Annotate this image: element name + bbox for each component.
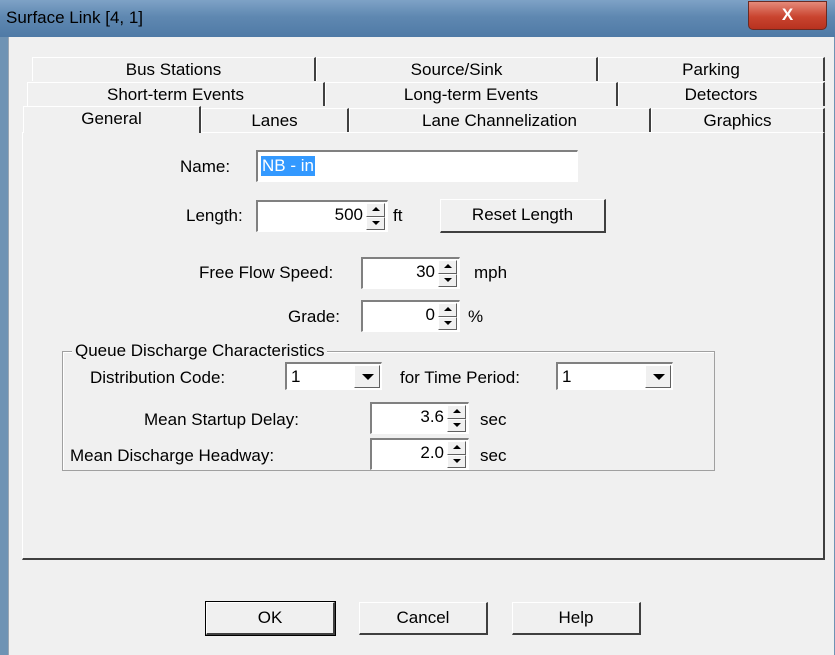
ok-button[interactable]: OK xyxy=(205,601,336,636)
spin-down-icon[interactable] xyxy=(438,273,457,287)
mean-startup-delay-stepper[interactable]: 3.6 xyxy=(370,402,469,434)
tab-general[interactable]: General xyxy=(23,106,201,133)
free-flow-speed-label: Free Flow Speed: xyxy=(199,263,334,282)
free-flow-speed-stepper[interactable]: 30 xyxy=(361,257,460,289)
startup-spin-control[interactable] xyxy=(447,405,466,432)
tab-source-sink[interactable]: Source/Sink xyxy=(316,57,598,81)
mean-startup-delay-label: Mean Startup Delay: xyxy=(144,410,299,429)
mean-discharge-headway-value: 2.0 xyxy=(420,443,444,462)
tab-long-term-events[interactable]: Long-term Events xyxy=(325,82,618,106)
distribution-code-value: 1 xyxy=(291,367,301,386)
spin-down-icon[interactable] xyxy=(438,316,457,330)
cancel-button[interactable]: Cancel xyxy=(359,602,488,635)
mean-startup-delay-value: 3.6 xyxy=(420,407,444,426)
grade-stepper[interactable]: 0 xyxy=(361,300,460,332)
length-label: Length: xyxy=(186,206,243,225)
mean-startup-delay-unit: sec xyxy=(480,410,507,429)
spin-up-icon[interactable] xyxy=(447,405,466,419)
help-button[interactable]: Help xyxy=(512,602,641,635)
tab-lanes[interactable]: Lanes xyxy=(201,108,349,132)
title-bar[interactable]: Surface Link [4, 1] X xyxy=(0,0,835,37)
reset-length-button[interactable]: Reset Length xyxy=(440,199,606,233)
mean-discharge-headway-unit: sec xyxy=(480,446,507,465)
spin-down-icon[interactable] xyxy=(366,216,385,230)
distribution-code-select[interactable]: 1 xyxy=(285,362,382,390)
queue-discharge-group-title: Queue Discharge Characteristics xyxy=(72,341,328,361)
tab-bus-stations[interactable]: Bus Stations xyxy=(32,57,316,81)
tab-detectors[interactable]: Detectors xyxy=(618,82,825,106)
time-period-value: 1 xyxy=(562,367,572,386)
tab-lane-channelization[interactable]: Lane Channelization xyxy=(349,108,651,132)
tab-short-term-events[interactable]: Short-term Events xyxy=(27,82,325,106)
grade-spin-control[interactable] xyxy=(438,303,457,330)
window-title: Surface Link [4, 1] xyxy=(6,8,144,27)
length-stepper[interactable]: 500 xyxy=(256,200,388,232)
length-value: 500 xyxy=(334,205,363,224)
time-period-select[interactable]: 1 xyxy=(556,362,673,390)
free-flow-spin-control[interactable] xyxy=(438,260,457,287)
time-period-label: for Time Period: xyxy=(400,368,520,387)
spin-down-icon[interactable] xyxy=(447,454,466,468)
window-frame: Surface Link [4, 1] X Bus Stations Sourc… xyxy=(0,0,835,655)
tab-graphics[interactable]: Graphics xyxy=(651,108,825,132)
chevron-down-icon[interactable] xyxy=(354,365,380,388)
mean-discharge-headway-label: Mean Discharge Headway: xyxy=(70,446,275,465)
distribution-code-label: Distribution Code: xyxy=(90,368,226,387)
length-unit: ft xyxy=(393,206,403,225)
mean-discharge-headway-stepper[interactable]: 2.0 xyxy=(370,438,469,470)
chevron-down-icon[interactable] xyxy=(645,365,671,388)
name-field[interactable]: NB - in xyxy=(256,150,578,182)
name-label: Name: xyxy=(180,157,231,176)
close-button[interactable]: X xyxy=(748,1,827,30)
spin-up-icon[interactable] xyxy=(366,203,385,217)
grade-value: 0 xyxy=(425,305,435,324)
headway-spin-control[interactable] xyxy=(447,441,466,468)
length-spin-control[interactable] xyxy=(366,203,385,230)
spin-up-icon[interactable] xyxy=(438,303,457,317)
free-flow-speed-value: 30 xyxy=(416,262,435,281)
grade-unit: % xyxy=(468,307,484,326)
name-value: NB - in xyxy=(261,156,315,176)
free-flow-speed-unit: mph xyxy=(474,263,508,282)
spin-down-icon[interactable] xyxy=(447,418,466,432)
tab-parking[interactable]: Parking xyxy=(598,57,825,81)
spin-up-icon[interactable] xyxy=(447,441,466,455)
spin-up-icon[interactable] xyxy=(438,260,457,274)
grade-label: Grade: xyxy=(288,307,340,326)
